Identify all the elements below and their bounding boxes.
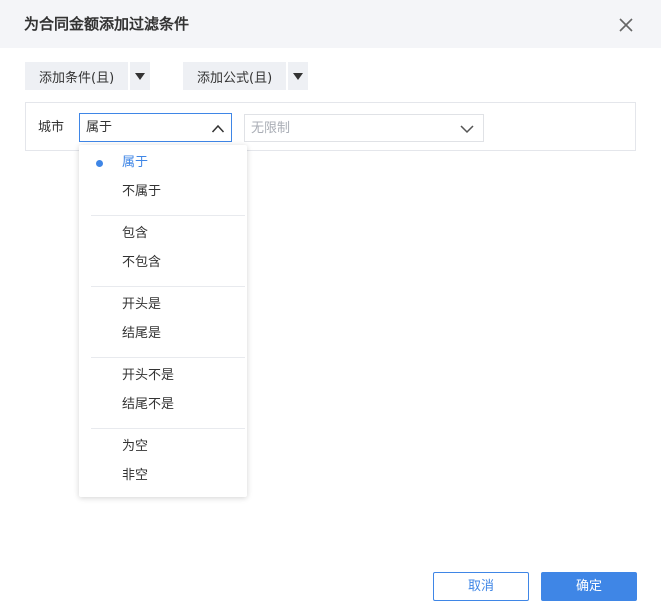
operator-option[interactable]: 结尾是 — [79, 322, 247, 346]
dialog-title: 为合同金额添加过滤条件 — [24, 15, 190, 33]
add-formula-button[interactable]: 添加公式(且) — [183, 62, 287, 90]
operator-option[interactable]: 不包含 — [79, 251, 247, 275]
add-formula-dropdown-toggle[interactable] — [288, 62, 309, 90]
dialog-header: 为合同金额添加过滤条件 — [0, 0, 661, 48]
operator-select-value: 属于 — [86, 120, 113, 135]
operator-option[interactable]: 不属于 — [79, 180, 247, 204]
operator-option-label: 开头是 — [122, 297, 162, 312]
selected-dot-icon — [96, 160, 103, 167]
filter-condition-dialog: 为合同金额添加过滤条件 添加条件(且) 添加公式(且) 城市 属于 无限制 属于… — [0, 0, 661, 612]
operator-option-label: 包含 — [122, 226, 149, 241]
value-select-placeholder: 无限制 — [251, 121, 291, 136]
operator-option-label: 开头不是 — [122, 368, 175, 383]
chevron-down-icon — [459, 121, 475, 137]
operator-option[interactable]: 包含 — [79, 222, 247, 246]
operator-option[interactable]: 开头不是 — [79, 364, 247, 388]
operator-option-label: 为空 — [122, 439, 149, 454]
confirm-button[interactable]: 确定 — [541, 572, 637, 601]
caret-down-icon — [293, 72, 304, 80]
operator-option-label: 非空 — [122, 468, 149, 483]
add-condition-dropdown-toggle[interactable] — [130, 62, 151, 90]
operator-option-label: 结尾是 — [122, 326, 162, 341]
add-formula-split-button: 添加公式(且) — [183, 62, 309, 90]
operator-option[interactable]: 属于 — [79, 151, 247, 175]
operator-option[interactable]: 为空 — [79, 435, 247, 459]
operator-dropdown-menu: 属于不属于包含不包含开头是结尾是开头不是结尾不是为空非空 — [79, 145, 247, 497]
operator-option-label: 结尾不是 — [122, 397, 175, 412]
cancel-button[interactable]: 取消 — [433, 572, 529, 601]
add-condition-button[interactable]: 添加条件(且) — [25, 62, 129, 90]
add-condition-split-button: 添加条件(且) — [25, 62, 151, 90]
operator-option-label: 不包含 — [122, 255, 162, 270]
value-select[interactable]: 无限制 — [244, 114, 484, 142]
operator-option-label: 不属于 — [122, 184, 162, 199]
menu-divider — [91, 215, 245, 216]
operator-option[interactable]: 非空 — [79, 464, 247, 488]
menu-divider — [91, 357, 245, 358]
operator-option[interactable]: 结尾不是 — [79, 393, 247, 417]
condition-field-label: 城市 — [38, 120, 65, 135]
operator-option[interactable]: 开头是 — [79, 293, 247, 317]
caret-down-icon — [135, 72, 146, 80]
operator-option-label: 属于 — [122, 155, 149, 170]
chevron-up-icon — [211, 121, 225, 135]
menu-divider — [91, 286, 245, 287]
menu-divider — [91, 428, 245, 429]
operator-select[interactable]: 属于 — [79, 113, 232, 142]
close-icon[interactable] — [617, 16, 635, 34]
